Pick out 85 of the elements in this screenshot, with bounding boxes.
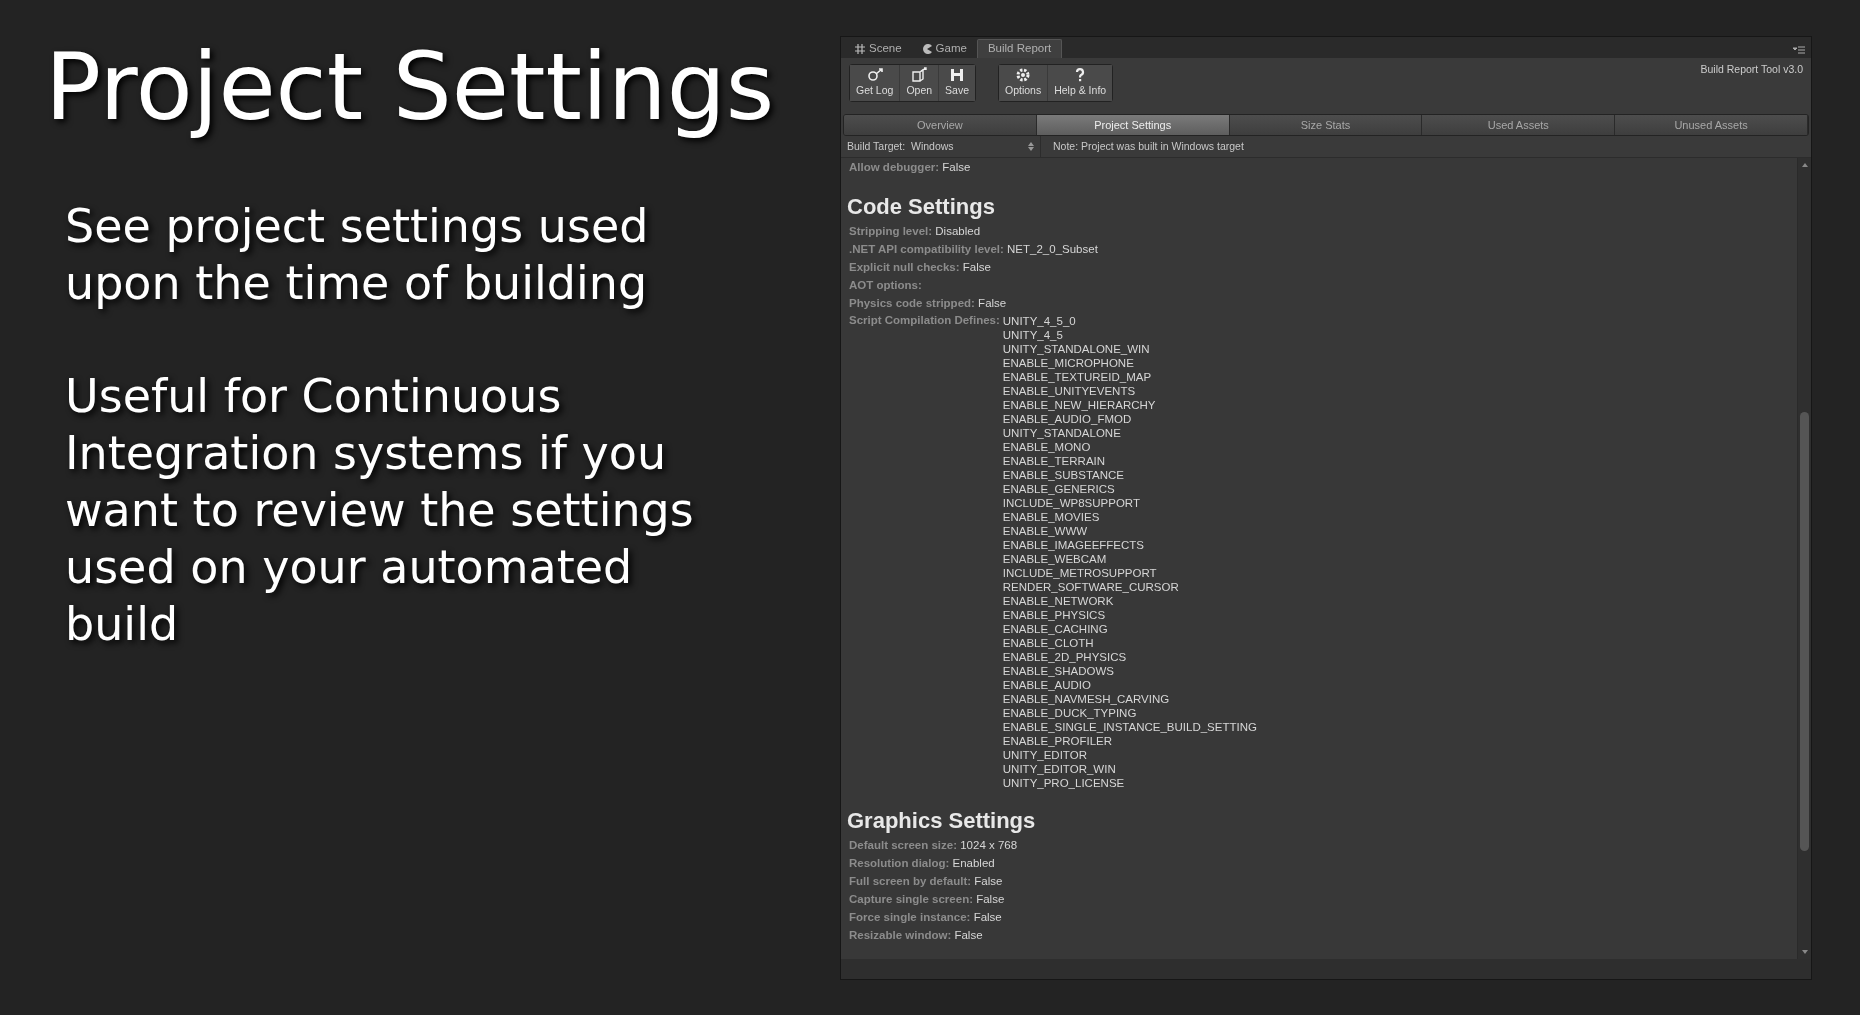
define-text: ENABLE_PHYSICS [1002, 608, 1107, 622]
down-arrow-icon [1801, 950, 1808, 954]
define-text: UNITY_STANDALONE_WIN [1002, 342, 1151, 356]
define-text: UNITY_PRO_LICENSE [1002, 776, 1126, 790]
define-text: UNITY_4_5_0 [1002, 314, 1077, 328]
section-tab[interactable]: Used Assets [1422, 115, 1616, 135]
define-text: ENABLE_CACHING [1002, 622, 1109, 636]
define-text: ENABLE_CLOTH [1002, 636, 1095, 650]
setting-label: AOT options: [849, 279, 922, 291]
setting-value: 1024 x 768 [960, 839, 1018, 851]
setting-label: Force single instance: [849, 911, 971, 923]
setting-label: Capture single screen: [849, 893, 973, 905]
define-text: ENABLE_IMAGEEFFECTS [1002, 538, 1146, 552]
setting-label: .NET API compatibility level: [849, 243, 1004, 255]
define-text: UNITY_EDITOR [1002, 748, 1088, 762]
menu-icon [1793, 46, 1805, 54]
define-text: ENABLE_AUDIO [1002, 678, 1092, 692]
setting-value: False [962, 261, 991, 273]
scrollbar[interactable] [1797, 158, 1811, 959]
section-tab[interactable]: Size Stats [1229, 115, 1423, 135]
define-text: ENABLE_AUDIO_FMOD [1002, 412, 1133, 426]
setting-value: False [973, 911, 1002, 923]
section-tab[interactable]: Project Settings [1036, 115, 1230, 135]
box-arrow-icon [911, 67, 928, 84]
define-text: ENABLE_WEBCAM [1002, 552, 1108, 566]
define-text: ENABLE_TERRAIN [1002, 454, 1107, 468]
setting-label: Physics code stripped: [849, 297, 975, 309]
setting-label: Resizable window: [849, 929, 952, 941]
toolbar-button[interactable]: Get Log [850, 65, 901, 101]
define-text: ENABLE_TEXTUREID_MAP [1002, 370, 1153, 384]
build-target-select[interactable]: Build Target: Windows [841, 136, 1041, 157]
note-text: Note: Project was built in Windows target [1052, 138, 1244, 154]
section-heading: Code Settings [847, 194, 996, 220]
define-text: ENABLE_MOVIES [1002, 510, 1101, 524]
slide-text: Useful for Continuous Integration systems if you want to review the settings used on your automated build [65, 368, 695, 654]
setting-value: False [942, 161, 971, 173]
slide-title: Project Settings [45, 36, 776, 139]
section-tab[interactable]: Overview [844, 115, 1037, 135]
define-text: INCLUDE_METROSUPPORT [1002, 566, 1158, 580]
define-text: ENABLE_NETWORK [1002, 594, 1115, 608]
setting-label: Full screen by default: [849, 875, 972, 887]
setting-value: Enabled [952, 857, 995, 869]
up-arrow-icon [1801, 163, 1808, 167]
setting-label: Default screen size: [849, 839, 957, 851]
define-text: ENABLE_MICROPHONE [1002, 356, 1135, 370]
define-text: ENABLE_SINGLE_INSTANCE_BUILD_SETTING [1002, 720, 1257, 734]
setting-label: Resolution dialog: [849, 857, 950, 869]
define-text: ENABLE_UNITYEVENTS [1002, 384, 1137, 398]
define-text: ENABLE_DUCK_TYPING [1002, 706, 1138, 720]
toolbar-button[interactable]: Options [999, 65, 1049, 101]
define-text: UNITY_EDITOR_WIN [1002, 762, 1117, 776]
window-tab[interactable]: Game [911, 39, 977, 58]
define-text: RENDER_SOFTWARE_CURSOR [1002, 580, 1180, 594]
settings-icon [1015, 67, 1032, 84]
section-tab[interactable]: Unused Assets [1615, 115, 1808, 135]
setting-value: False [954, 929, 983, 941]
setting-value: False [976, 893, 1005, 905]
setting-label: Script Compilation Defines: [849, 313, 1001, 328]
slide-text: See project settings used upon the time of building [65, 198, 650, 313]
setting-value: False [978, 297, 1007, 309]
define-text: ENABLE_GENERICS [1002, 482, 1116, 496]
grid-icon [855, 43, 865, 54]
pacman-icon [921, 43, 932, 54]
setting-label: Explicit null checks: [849, 261, 960, 273]
setting-value: False [974, 875, 1003, 887]
define-text: INCLUDE_WP8SUPPORT [1002, 496, 1141, 510]
setting-value: NET_2_0_Subset [1007, 243, 1098, 255]
window-tab[interactable]: Scene [845, 39, 912, 58]
define-text: UNITY_4_5 [1002, 328, 1064, 342]
window-tab[interactable]: Build Report [976, 39, 1063, 58]
section-heading: Graphics Settings [847, 808, 1037, 834]
version-text: Build Report Tool v3.0 [1700, 62, 1803, 77]
updown-arrow-icon [1028, 142, 1034, 151]
define-text: ENABLE_MONO [1002, 440, 1092, 454]
setting-label: Stripping level: [849, 225, 933, 237]
define-text: ENABLE_2D_PHYSICS [1002, 650, 1128, 664]
define-text: ENABLE_WWW [1002, 524, 1089, 538]
setting-value: Disabled [935, 225, 981, 237]
setting-label: Allow debugger: [849, 161, 940, 173]
define-text: UNITY_STANDALONE [1002, 426, 1122, 440]
define-text: ENABLE_NEW_HIERARCHY [1002, 398, 1157, 412]
define-text: ENABLE_PROFILER [1002, 734, 1114, 748]
define-text: ENABLE_SUBSTANCE [1002, 468, 1125, 482]
define-text: ENABLE_NAVMESH_CARVING [1002, 692, 1171, 706]
define-text: ENABLE_SHADOWS [1002, 664, 1115, 678]
